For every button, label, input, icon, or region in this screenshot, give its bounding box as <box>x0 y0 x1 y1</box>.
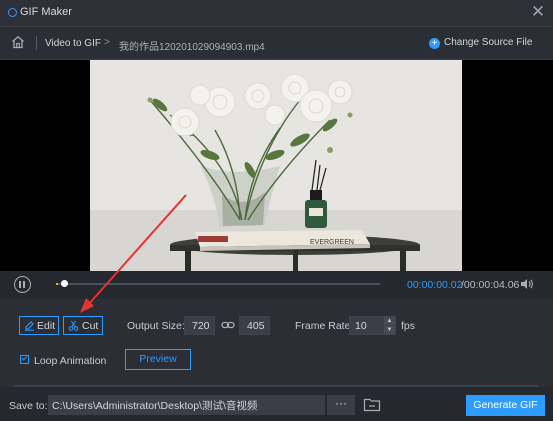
preview-button[interactable]: Preview <box>125 349 191 370</box>
plus-circle-icon: + <box>429 38 440 49</box>
cut-label: Cut <box>82 320 99 332</box>
folder-icon[interactable] <box>363 397 381 412</box>
chevron-right-icon: > <box>104 37 110 48</box>
edit-icon <box>25 321 34 331</box>
timeline-progress <box>56 283 58 285</box>
output-height-input[interactable]: 405 <box>239 316 270 335</box>
fps-label: fps <box>401 320 416 332</box>
frame-rate-stepper[interactable]: ▲ ▼ <box>384 317 395 334</box>
save-to-label: Save to: <box>9 400 48 412</box>
output-width-input[interactable]: 720 <box>184 316 215 335</box>
edit-button[interactable]: Edit <box>19 316 59 335</box>
breadcrumb-section[interactable]: Video to GIF <box>45 38 101 49</box>
frame-rate-label: Frame Rate: <box>295 320 354 332</box>
pause-button[interactable] <box>14 276 31 293</box>
loop-animation-label: Loop Animation <box>34 355 107 367</box>
edit-label: Edit <box>37 320 56 332</box>
gif-settings-panel <box>0 299 553 385</box>
title-bar <box>0 0 553 26</box>
chevron-up-icon[interactable]: ▲ <box>384 317 395 325</box>
close-icon[interactable]: ✕ <box>529 3 547 21</box>
flower-vase-image: EVERGREEN <box>90 60 462 271</box>
change-source-label: Change Source File <box>444 37 533 48</box>
window-title: GIF Maker <box>20 6 72 18</box>
generate-gif-button[interactable]: Generate GIF <box>466 395 545 416</box>
video-frame: EVERGREEN <box>90 60 462 271</box>
video-preview: EVERGREEN <box>0 60 553 271</box>
browse-button[interactable]: ··· <box>327 395 355 415</box>
total-time: /00:00:04.06 <box>461 279 520 291</box>
loop-animation-checkbox[interactable] <box>20 355 29 364</box>
breadcrumb-file: 我的作品120201029094903.mp4 <box>119 42 265 53</box>
timeline-handle[interactable] <box>61 280 68 287</box>
link-icon[interactable] <box>221 319 235 331</box>
change-source-file-button[interactable]: + Change Source File <box>429 37 532 49</box>
app-logo-icon <box>8 8 17 17</box>
cut-button[interactable]: Cut <box>63 316 103 335</box>
timeline-track[interactable] <box>56 283 380 285</box>
current-time: 00:00:00.02 <box>407 279 463 291</box>
output-size-label: Output Size: <box>127 320 185 332</box>
breadcrumb-divider <box>36 36 37 50</box>
scissors-icon <box>68 320 79 331</box>
chevron-down-icon[interactable]: ▼ <box>384 326 395 334</box>
volume-icon[interactable] <box>520 278 534 290</box>
book-title: EVERGREEN <box>310 239 354 246</box>
save-path-input[interactable]: C:\Users\Administrator\Desktop\测试\音视频 <box>48 395 325 415</box>
home-icon[interactable] <box>11 35 25 49</box>
